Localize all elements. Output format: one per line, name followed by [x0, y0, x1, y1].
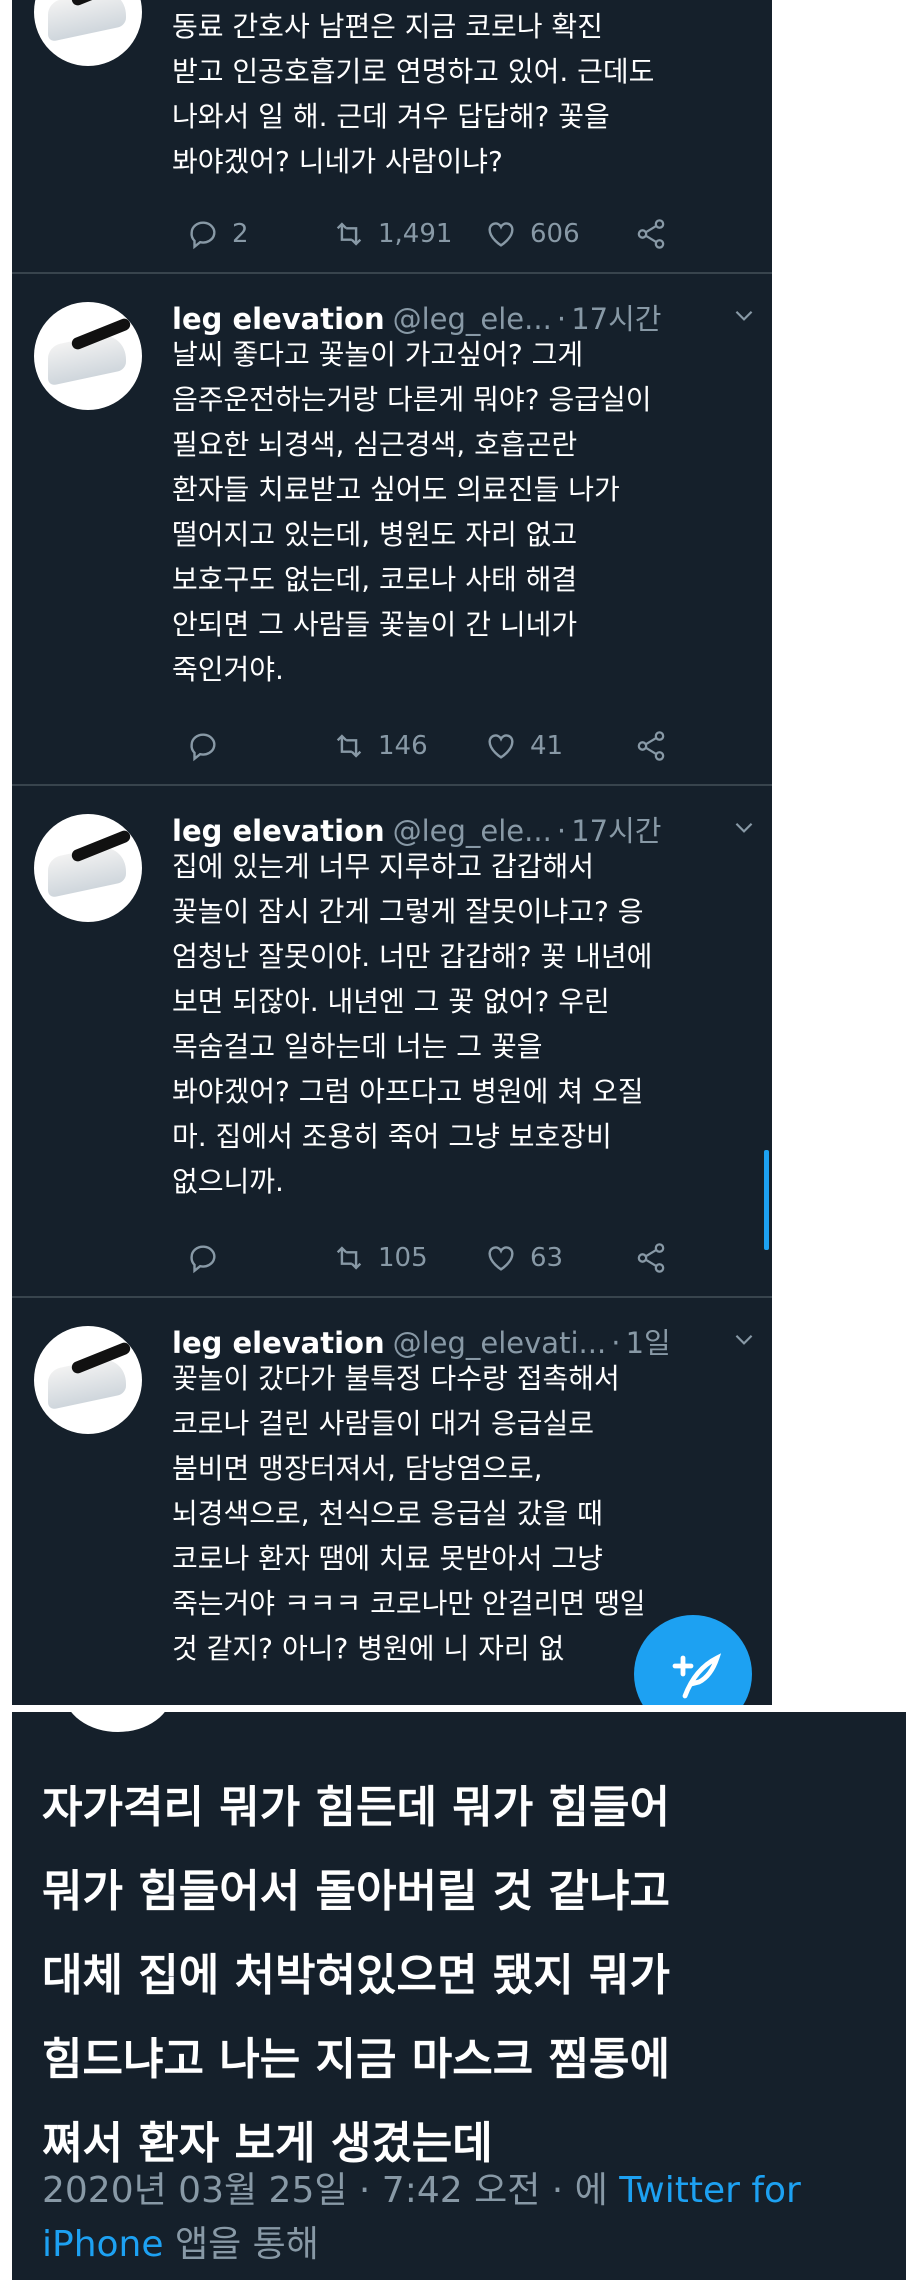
retweet-icon: [336, 1246, 362, 1270]
retweet-icon: [336, 734, 362, 758]
avatar[interactable]: [34, 302, 142, 410]
share-icon: [637, 1243, 665, 1273]
retweet-button[interactable]: 146: [332, 726, 428, 766]
avatar[interactable]: [34, 814, 142, 922]
tweet-detail: 자가격리 뭐가 힘든데 뭐가 힘들어 뭐가 힘들어서 돌아버릴 것 같냐고 대체…: [12, 1712, 906, 2280]
like-count: 41: [530, 731, 564, 761]
reply-button[interactable]: 2: [186, 214, 249, 254]
tweet-text: 날씨 좋다고 꽃놀이 가고싶어? 그게 음주운전하는거랑 다른게 뭐야? 응급실…: [172, 338, 652, 686]
share-button[interactable]: [634, 1238, 680, 1278]
tweet-actions: 105 63: [172, 1238, 732, 1278]
tweet[interactable]: 동료 간호사 남편은 지금 코로나 확진 받고 인공호흡기로 연명하고 있어. …: [12, 0, 772, 274]
tweet-text: 동료 간호사 남편은 지금 코로나 확진 받고 인공호흡기로 연명하고 있어. …: [172, 10, 655, 178]
like-button[interactable]: 63: [484, 1238, 563, 1278]
share-icon: [637, 219, 665, 249]
retweet-button[interactable]: 1,491: [332, 214, 452, 254]
tweet[interactable]: leg elevation @leg_ele... · 17시간 집에 있는게 너…: [12, 786, 772, 1298]
retweet-count: 105: [378, 1243, 428, 1273]
reply-count: 2: [232, 219, 249, 249]
tweet-actions: 146 41: [172, 726, 732, 766]
timestamp[interactable]: 17시간: [571, 302, 661, 336]
like-button[interactable]: 41: [484, 726, 563, 766]
separator-dot: ·: [556, 814, 567, 848]
reply-button[interactable]: [186, 1238, 232, 1278]
retweet-button[interactable]: 105: [332, 1238, 428, 1278]
share-button[interactable]: [634, 214, 680, 254]
user-handle[interactable]: @leg_ele...: [393, 814, 552, 848]
avatar[interactable]: [64, 1712, 172, 1732]
retweet-count: 1,491: [378, 219, 453, 249]
tweet-header: leg elevation @leg_elevati... · 1일: [172, 1320, 757, 1360]
display-name[interactable]: leg elevation: [172, 1326, 385, 1360]
share-icon: [637, 731, 665, 761]
tweet-header: leg elevation @leg_ele... · 17시간: [172, 296, 757, 336]
like-icon: [488, 222, 514, 247]
separator-dot: ·: [556, 302, 567, 336]
compose-tweet-icon: [672, 1653, 722, 1699]
chevron-down-icon[interactable]: [731, 302, 757, 328]
separator-dot: ·: [611, 1326, 621, 1360]
chevron-down-icon[interactable]: [731, 814, 757, 840]
avatar[interactable]: [34, 1326, 142, 1434]
chevron-down-icon[interactable]: [731, 1326, 757, 1352]
timeline[interactable]: 동료 간호사 남편은 지금 코로나 확진 받고 인공호흡기로 연명하고 있어. …: [12, 0, 772, 1705]
tweet-text: 집에 있는게 너무 지루하고 갑갑해서 꽃놀이 잠시 간게 그렇게 잘못이냐고?…: [172, 850, 653, 1198]
like-icon: [488, 734, 514, 759]
tweet-header: leg elevation @leg_ele... · 17시간: [172, 808, 757, 848]
like-button[interactable]: 606: [484, 214, 580, 254]
tweet-date: 2020년 03월 25일 · 7:42 오전 · 에: [42, 2170, 608, 2211]
display-name[interactable]: leg elevation: [172, 302, 385, 336]
timestamp[interactable]: 1일: [626, 1326, 671, 1360]
avatar[interactable]: [34, 0, 142, 66]
like-count: 606: [530, 219, 580, 249]
retweet-icon: [336, 222, 362, 246]
tweet-detail-text: 자가격리 뭐가 힘든데 뭐가 힘들어 뭐가 힘들어서 돌아버릴 것 같냐고 대체…: [42, 1782, 670, 2169]
reply-icon: [190, 1245, 216, 1274]
user-handle[interactable]: @leg_elevati...: [393, 1326, 607, 1360]
tweet-actions: 2 1,491 606: [172, 214, 732, 254]
user-handle[interactable]: @leg_ele...: [393, 302, 552, 336]
tweet-source-suffix: 앱을 통해: [174, 2224, 319, 2265]
share-button[interactable]: [634, 726, 680, 766]
like-icon: [488, 1246, 514, 1271]
tweet[interactable]: leg elevation @leg_ele... · 17시간 날씨 좋다고 꽃…: [12, 274, 772, 786]
reply-button[interactable]: [186, 726, 232, 766]
retweet-count: 146: [378, 731, 428, 761]
display-name[interactable]: leg elevation: [172, 814, 385, 848]
scrollbar[interactable]: [764, 1150, 769, 1250]
reply-icon: [190, 733, 216, 762]
timestamp[interactable]: 17시간: [571, 814, 661, 848]
tweet-meta: 2020년 03월 25일 · 7:42 오전 · 에 Twitter for …: [42, 2164, 892, 2272]
like-count: 63: [530, 1243, 564, 1273]
reply-icon: [190, 221, 216, 250]
